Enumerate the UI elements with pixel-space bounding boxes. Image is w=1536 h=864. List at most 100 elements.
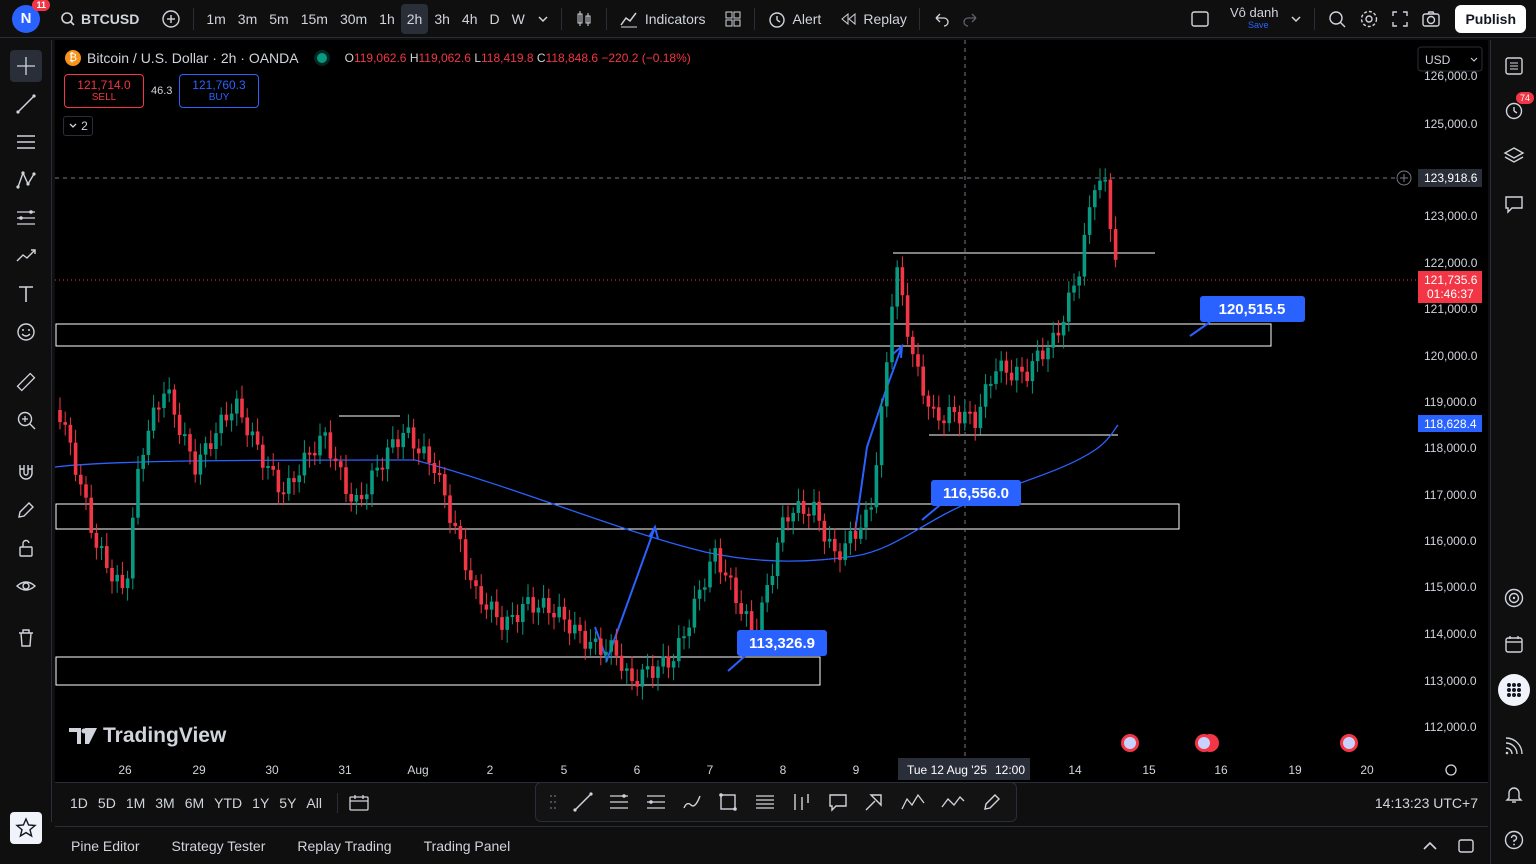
range-1m[interactable]: 1M: [121, 795, 150, 811]
chats-button[interactable]: [1498, 188, 1530, 220]
indicator-collapse-toggle[interactable]: 2: [63, 116, 93, 136]
help-button[interactable]: [1498, 824, 1530, 856]
settings-button[interactable]: [1353, 4, 1385, 34]
range-all[interactable]: All: [301, 795, 327, 811]
replay-button[interactable]: Replay: [833, 4, 913, 34]
timeframe-1h[interactable]: 1h: [373, 4, 401, 34]
range-5y[interactable]: 5Y: [274, 795, 301, 811]
user-avatar[interactable]: N 11: [12, 0, 50, 33]
text-tool[interactable]: [10, 278, 42, 310]
forecast-tool[interactable]: [10, 240, 42, 272]
stay-in-drawing-tool[interactable]: [10, 494, 42, 526]
remove-drawings-tool[interactable]: [10, 622, 42, 654]
tab-replay-trading[interactable]: Replay Trading: [281, 838, 407, 854]
zone-upper[interactable]: [55, 323, 1272, 347]
timeframe-3h[interactable]: 3h: [428, 4, 456, 34]
range-ytd[interactable]: YTD: [209, 795, 247, 811]
range-1d[interactable]: 1D: [65, 795, 93, 811]
fullscreen-layout-toggle[interactable]: [1184, 4, 1216, 34]
chart-canvas[interactable]: 120,515.5 116,556.0 113,326.9 TradingVie…: [54, 40, 1488, 782]
price-callout-2[interactable]: 116,556.0: [921, 480, 1021, 521]
channel-icon[interactable]: [645, 791, 667, 813]
fibonacci-icon[interactable]: [608, 791, 630, 813]
timeframe-15m[interactable]: 15m: [295, 4, 334, 34]
products-button[interactable]: [1498, 674, 1530, 706]
time-axis-settings-button[interactable]: [1445, 764, 1457, 776]
chevron-up-icon[interactable]: [1420, 836, 1440, 856]
rectangle-icon[interactable]: [717, 791, 739, 813]
emoji-tool[interactable]: [10, 316, 42, 348]
trend-line-tool[interactable]: [10, 88, 42, 120]
crosshair-tool[interactable]: [10, 50, 42, 82]
fib-tool[interactable]: [10, 202, 42, 234]
drag-handle-icon[interactable]: [549, 793, 557, 811]
timeframe-4h[interactable]: 4h: [456, 4, 484, 34]
elliott-wave-icon[interactable]: [900, 791, 926, 813]
chart-pane[interactable]: 120,515.5 116,556.0 113,326.9 TradingVie…: [54, 40, 1488, 782]
stream-button[interactable]: [1498, 730, 1530, 762]
hide-drawings-tool[interactable]: [10, 570, 42, 602]
timeframe-dropdown[interactable]: [531, 4, 555, 34]
fullscreen-button[interactable]: [1385, 4, 1415, 34]
go-to-date-button[interactable]: [348, 793, 370, 813]
tab-strategy-tester[interactable]: Strategy Tester: [155, 838, 281, 854]
layout-name-button[interactable]: Vô danh Save: [1224, 4, 1284, 34]
maximize-panel-icon[interactable]: [1456, 836, 1476, 856]
range-3m[interactable]: 3M: [150, 795, 179, 811]
brush-icon[interactable]: [681, 791, 703, 813]
symbol-search[interactable]: BTCUSD: [54, 4, 145, 34]
chart-legend[interactable]: ₿ Bitcoin / U.S. Dollar · 2h · OANDA O11…: [65, 50, 691, 66]
object-tree-button[interactable]: [1498, 140, 1530, 172]
arrow-pen-icon[interactable]: [863, 791, 885, 813]
measure-tool[interactable]: [10, 366, 42, 398]
snapshot-button[interactable]: [1415, 4, 1447, 34]
long-position-icon[interactable]: [790, 791, 812, 813]
range-1y[interactable]: 1Y: [247, 795, 274, 811]
indicators-button[interactable]: Indicators: [613, 4, 712, 34]
price-axis[interactable]: USD 126,000.0 125,000.0 123,000.0 122,000.0…: [1396, 46, 1483, 734]
callout-icon[interactable]: [827, 791, 849, 813]
horizontal-lines-tool[interactable]: [10, 126, 42, 158]
sell-button[interactable]: 121,714.0 SELL: [64, 74, 144, 108]
tab-pine-editor[interactable]: Pine Editor: [55, 838, 155, 854]
economic-event-flag[interactable]: [1340, 734, 1358, 752]
projection-arrow-1[interactable]: [594, 524, 659, 663]
trend-line-icon[interactable]: [572, 791, 594, 813]
timeframe-3m[interactable]: 3m: [232, 4, 263, 34]
zoom-in-tool[interactable]: [10, 404, 42, 436]
economic-event-flag[interactable]: [1121, 734, 1139, 752]
economic-event-flag[interactable]: [1195, 734, 1219, 752]
calendar-button[interactable]: [1498, 628, 1530, 660]
tab-trading-panel[interactable]: Trading Panel: [408, 838, 527, 854]
alert-button[interactable]: Alert: [761, 4, 828, 34]
redo-button[interactable]: [956, 4, 986, 34]
buy-button[interactable]: 121,760.3 BUY: [179, 74, 259, 108]
screener-button[interactable]: [1498, 582, 1530, 614]
alerts-button[interactable]: 74: [1498, 92, 1534, 126]
undo-button[interactable]: [926, 4, 956, 34]
lock-drawings-tool[interactable]: [10, 532, 42, 564]
notifications-button[interactable]: [1498, 778, 1530, 810]
price-callout-3[interactable]: 113,326.9: [727, 630, 827, 672]
layout-dropdown[interactable]: [1284, 4, 1308, 34]
quick-search-button[interactable]: [1321, 4, 1353, 34]
timeframe-2h[interactable]: 2h: [400, 3, 429, 34]
watchlist-button[interactable]: [1498, 50, 1530, 82]
layouts-button[interactable]: [718, 4, 748, 34]
candlestick-series[interactable]: [58, 168, 1118, 700]
price-callout-1[interactable]: 120,515.5: [1189, 296, 1305, 337]
zone-lower[interactable]: [55, 656, 821, 686]
path-icon[interactable]: [940, 791, 966, 813]
pattern-tool[interactable]: [10, 164, 42, 196]
timeframe-30m[interactable]: 30m: [334, 4, 373, 34]
pencil-icon[interactable]: [981, 791, 1003, 813]
timeframe-d[interactable]: D: [483, 4, 505, 34]
chart-type-button[interactable]: [568, 4, 600, 34]
compare-symbol-button[interactable]: [155, 4, 187, 34]
time-axis[interactable]: 26 29 30 31 Aug 2 5 6 7 8 9 14 15 16 19 20 Tue 12 Aug '…: [118, 758, 1457, 780]
timeframe-5m[interactable]: 5m: [263, 4, 294, 34]
gann-icon[interactable]: [754, 791, 776, 813]
timeframe-w[interactable]: W: [506, 4, 531, 34]
publish-button[interactable]: Publish: [1455, 4, 1526, 33]
favorites-button[interactable]: [10, 812, 42, 844]
